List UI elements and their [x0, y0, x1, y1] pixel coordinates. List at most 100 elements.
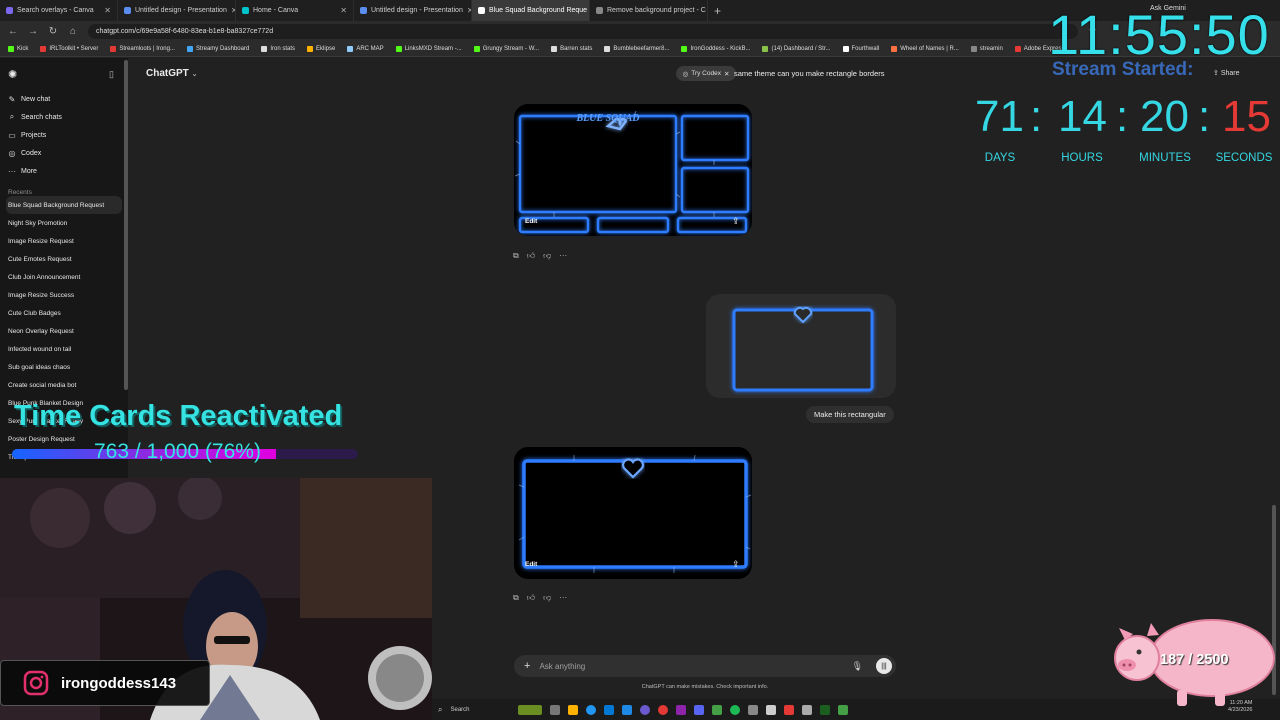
recent-chat-item[interactable]: Sub goal ideas chaos [0, 358, 128, 376]
url-field[interactable]: chatgpt.com/c/69e9a58f-6480-83ea-b1e8-ba… [88, 24, 1078, 39]
settings-icon[interactable] [802, 704, 813, 715]
generated-image[interactable]: Edit ⇪ [514, 447, 752, 579]
recents-heading: Recents [8, 189, 32, 196]
new-tab-button[interactable]: + [714, 4, 721, 18]
recent-chat-item[interactable]: Image Resize Request [0, 232, 128, 250]
bookmark-item[interactable]: IronGoddess - KickB... [681, 46, 750, 52]
app-icon[interactable] [766, 704, 777, 715]
recent-chat-item[interactable]: Blue Squad Background Request [6, 196, 122, 214]
sidebar-toggle-icon[interactable]: ▯ [109, 69, 114, 80]
share-button[interactable]: ⇪ Share [1213, 66, 1240, 81]
app-icon[interactable] [820, 704, 831, 715]
recent-chat-item[interactable]: Infected wound on tail [0, 340, 128, 358]
thumbs-down-icon[interactable]: 👎︎ [543, 251, 551, 261]
home-icon[interactable]: ⌂ [68, 26, 78, 37]
sidebar-scrollbar[interactable] [124, 60, 128, 390]
bookmark-item[interactable]: Fourthwall [842, 46, 879, 52]
app-icon[interactable] [784, 704, 795, 715]
bookmark-item[interactable]: Grungy Stream - W... [473, 46, 539, 52]
recent-chat-item[interactable]: Create social media bot [0, 376, 128, 394]
more-icon[interactable]: ··· [559, 593, 567, 603]
browser-tab[interactable]: Untitled design - Presentation✕ [118, 0, 236, 21]
edit-image-button[interactable]: Edit [525, 561, 537, 568]
app-icon[interactable] [676, 704, 687, 715]
forward-icon[interactable]: → [28, 26, 38, 37]
close-icon[interactable]: ✕ [104, 6, 111, 15]
thumbs-up-icon[interactable]: 👍︎ [527, 251, 535, 261]
generated-image[interactable]: BLUE SQUAD Edit ⇪ [514, 104, 752, 236]
edge-icon[interactable] [586, 704, 597, 715]
xbox-icon[interactable] [712, 704, 723, 715]
bookmark-icon [604, 46, 611, 52]
bookmark-item[interactable]: ARC MAP [347, 46, 384, 52]
plus-icon[interactable]: + [524, 660, 530, 672]
back-icon[interactable]: ← [8, 26, 18, 37]
browser-tab-active[interactable]: Blue Squad Background Reque✕ [472, 0, 590, 21]
mail-icon[interactable] [622, 704, 633, 715]
browser-tab[interactable]: Remove background project - C✕ [590, 0, 708, 21]
close-icon[interactable]: ✕ [340, 6, 347, 15]
app-icon[interactable] [640, 704, 651, 715]
sub-goal-title: Time Cards Reactivated [14, 400, 343, 432]
recent-chat-item[interactable]: Image Resize Success [0, 286, 128, 304]
voice-mode-button[interactable]: ||| [876, 658, 892, 674]
search-icon[interactable]: ⌕ [438, 705, 442, 715]
more-button[interactable]: ··· More [0, 162, 128, 180]
download-icon[interactable]: ⇪ [732, 216, 740, 227]
model-selector[interactable]: ChatGPT ⌄ [146, 68, 197, 79]
chat-input-placeholder[interactable]: Ask anything [539, 662, 585, 671]
browser-tab[interactable]: Home - Canva ✕ [236, 0, 354, 21]
bookmark-item[interactable]: (14) Dashboard / Str... [762, 46, 831, 52]
recent-chat-item[interactable]: Club Join Announcement [0, 268, 128, 286]
bookmark-item[interactable]: Wheel of Names | R... [891, 46, 959, 52]
chat-input-box[interactable]: + Ask anything 🎙︎ ||| [514, 655, 896, 677]
bookmark-item[interactable]: Streamy Dashboard [186, 46, 249, 52]
app-icon[interactable] [838, 704, 849, 715]
message-actions: ⧉ 👍︎ 👎︎ ··· [513, 593, 567, 603]
openai-logo-icon[interactable]: ✺ [8, 68, 17, 81]
bookmark-item[interactable]: Kick [8, 46, 28, 52]
sub-goal-progress-text: 763 / 1,000 (76%) [94, 440, 261, 463]
bookmark-item[interactable]: Iron stats [261, 46, 295, 52]
close-icon[interactable]: ✕ [724, 70, 729, 78]
new-chat-button[interactable]: ✎ New chat [0, 90, 128, 108]
spotify-icon[interactable] [730, 704, 741, 715]
taskbar-search[interactable]: Search [450, 707, 510, 713]
bookmark-item[interactable]: IRLToolkit • Server [40, 46, 98, 52]
thumbs-up-icon[interactable]: 👍︎ [527, 593, 535, 603]
reload-icon[interactable]: ↻ [48, 26, 58, 37]
store-icon[interactable] [604, 704, 615, 715]
search-chats-button[interactable]: ⌕ Search chats [0, 108, 128, 126]
app-icon[interactable] [748, 704, 759, 715]
pig-goal-text: 187 / 2500 [1160, 652, 1229, 668]
more-icon[interactable]: ··· [559, 251, 567, 261]
bookmark-item[interactable]: Streamloots | Irong... [110, 46, 175, 52]
try-codex-button[interactable]: ◎ Try Codex ✕ [676, 66, 736, 81]
bookmark-item[interactable]: Bumblebeefarmer8... [604, 46, 669, 52]
file-explorer-icon[interactable] [568, 704, 579, 715]
recent-chat-item[interactable]: Cute Club Badges [0, 304, 128, 322]
bookmark-item[interactable]: Barren stats [551, 46, 592, 52]
bookmark-item[interactable]: LinksMXD Stream -... [395, 46, 462, 52]
recent-chat-item[interactable]: Cute Emotes Request [0, 250, 128, 268]
codex-button[interactable]: ◎ Codex [0, 144, 128, 162]
browser-tab[interactable]: Untitled design - Presentation✕ [354, 0, 472, 21]
download-icon[interactable]: ⇪ [732, 559, 740, 570]
discord-icon[interactable] [694, 704, 705, 715]
projects-button[interactable]: ▭ Projects [0, 126, 128, 144]
user-uploaded-image[interactable] [706, 294, 896, 398]
bookmark-item[interactable]: Eklipse [307, 46, 335, 52]
copy-icon[interactable]: ⧉ [513, 251, 519, 261]
microphone-icon[interactable]: 🎙︎ [852, 661, 863, 672]
recent-chat-item[interactable]: Night Sky Promotion [0, 214, 128, 232]
bookmark-item[interactable]: streamin [970, 46, 1003, 52]
thumbs-down-icon[interactable]: 👎︎ [543, 593, 551, 603]
copy-icon[interactable]: ⧉ [513, 593, 519, 603]
bookmark-icon [762, 46, 769, 52]
edit-image-button[interactable]: Edit [525, 218, 537, 225]
browser-tab[interactable]: Search overlays - Canva ✕ [0, 0, 118, 21]
chrome-icon[interactable] [658, 704, 669, 715]
recent-chat-item[interactable]: Neon Overlay Request [0, 322, 128, 340]
widgets-icon[interactable] [518, 704, 543, 715]
task-view-icon[interactable] [550, 704, 561, 715]
